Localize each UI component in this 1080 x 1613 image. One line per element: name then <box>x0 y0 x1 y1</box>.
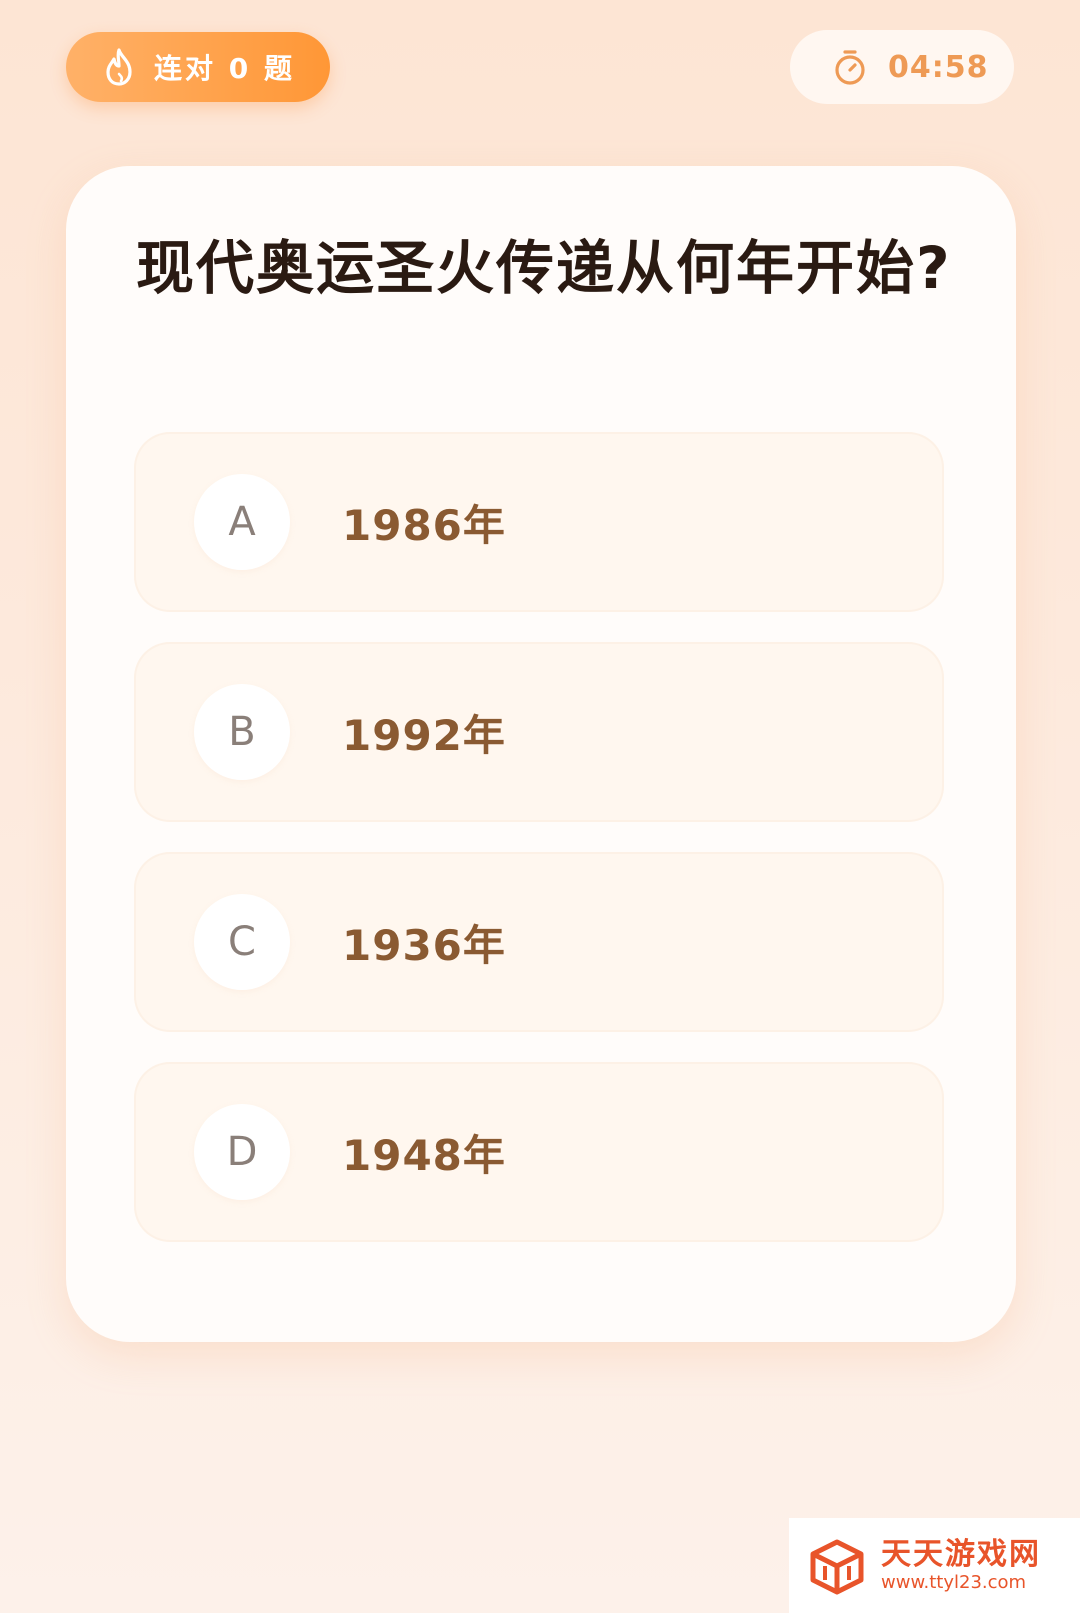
watermark: 天天游戏网 www.ttyl23.com <box>789 1518 1080 1613</box>
option-d[interactable]: D 1948年 <box>134 1062 944 1242</box>
option-c[interactable]: C 1936年 <box>134 852 944 1032</box>
flame-icon <box>102 47 138 87</box>
option-text: 1986年 <box>342 500 506 550</box>
question-card: 现代奥运圣火传递从何年开始? A 1986年 B 1992年 C 1936年 D… <box>66 166 1016 1342</box>
streak-label: 连对 0 题 <box>154 52 295 85</box>
option-a[interactable]: A 1986年 <box>134 432 944 612</box>
timer-badge: 04:58 <box>790 30 1014 104</box>
option-text: 1936年 <box>342 920 506 970</box>
option-text: 1948年 <box>342 1130 506 1180</box>
watermark-url: www.ttyl23.com <box>881 1571 1027 1593</box>
option-letter: D <box>194 1104 290 1200</box>
timer-value: 04:58 <box>888 49 989 85</box>
question-text: 现代奥运圣火传递从何年开始? <box>136 234 952 302</box>
streak-badge: 连对 0 题 <box>66 32 330 102</box>
option-letter: C <box>194 894 290 990</box>
site-logo-icon <box>807 1536 867 1596</box>
option-text: 1992年 <box>342 710 506 760</box>
option-letter: B <box>194 684 290 780</box>
option-letter: A <box>194 474 290 570</box>
watermark-name: 天天游戏网 <box>881 1536 1041 1572</box>
option-b[interactable]: B 1992年 <box>134 642 944 822</box>
stopwatch-icon <box>830 47 870 87</box>
